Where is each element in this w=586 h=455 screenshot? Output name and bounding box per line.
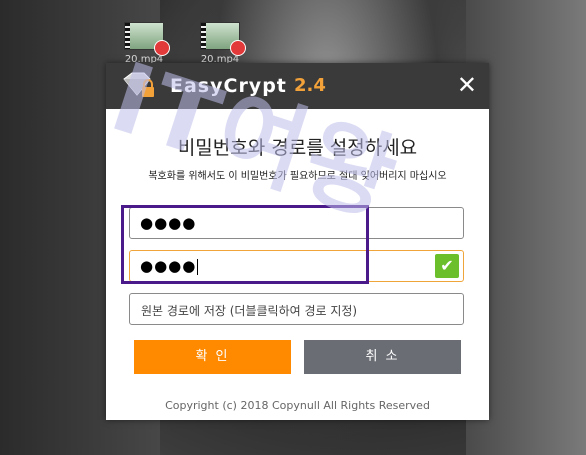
cancel-button[interactable]: 취 소 bbox=[304, 340, 461, 374]
path-placeholder: 원본 경로에 저장 (더블클릭하여 경로 지정) bbox=[141, 304, 358, 318]
copyright-text: Copyright (c) 2018 Copynull All Rights R… bbox=[165, 399, 430, 412]
password-fields-highlight bbox=[121, 205, 369, 284]
title-bar: EasyCrypt 2.4 ✕ bbox=[106, 63, 489, 109]
app-title: EasyCrypt bbox=[170, 75, 287, 97]
diamond-lock-icon bbox=[123, 72, 154, 97]
video-file-icon[interactable] bbox=[124, 22, 170, 56]
path-input[interactable]: 원본 경로에 저장 (더블클릭하여 경로 지정) bbox=[129, 293, 464, 325]
close-icon[interactable]: ✕ bbox=[457, 72, 477, 98]
video-file-icon[interactable] bbox=[200, 22, 246, 56]
ok-button[interactable]: 확 인 bbox=[134, 340, 291, 374]
checkmark-icon: ✔ bbox=[435, 254, 459, 278]
dialog-subtext: 복호화를 위해서도 이 비밀번호가 필요하므로 절대 잊어버리지 마십시오 bbox=[148, 171, 447, 182]
dialog-heading: 비밀번호와 경로를 설정하세요 bbox=[177, 137, 418, 159]
app-version: 2.4 bbox=[294, 75, 326, 96]
